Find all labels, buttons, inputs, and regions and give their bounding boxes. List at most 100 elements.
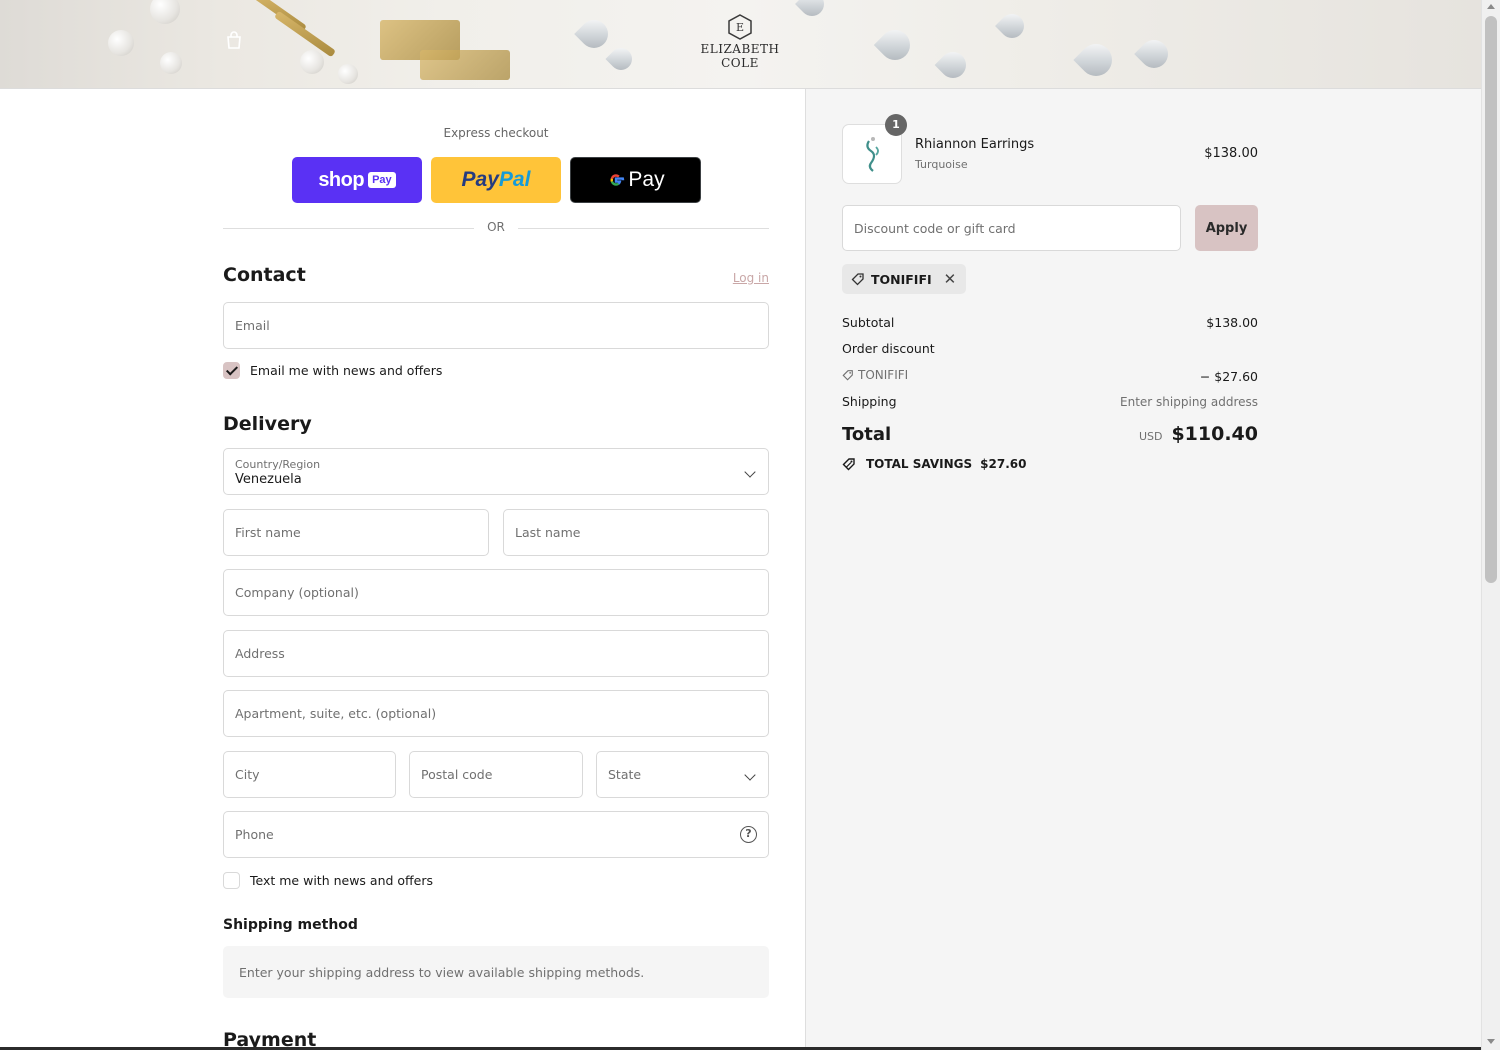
phone-field[interactable]: ? <box>223 811 769 858</box>
city-field[interactable] <box>223 751 396 798</box>
email-field[interactable] <box>223 302 769 349</box>
city-input[interactable] <box>224 752 395 797</box>
apartment-field[interactable] <box>223 690 769 737</box>
tag-icon <box>842 370 853 381</box>
last-name-field[interactable] <box>503 509 769 556</box>
divider-line <box>223 228 474 229</box>
or-divider: OR <box>223 220 769 236</box>
pearl-decoration <box>150 0 180 24</box>
brand-logo[interactable]: E ELIZABETH COLE <box>680 14 800 74</box>
help-icon[interactable]: ? <box>740 826 757 843</box>
total-value-group: USD $110.40 <box>1139 423 1258 445</box>
shipping-value: Enter shipping address <box>1120 395 1258 409</box>
company-field[interactable] <box>223 569 769 616</box>
shipping-label: Shipping <box>842 394 897 409</box>
product-variant: Turquoise <box>915 158 968 171</box>
brand-name: ELIZABETH COLE <box>700 42 780 70</box>
product-price: $138.00 <box>1204 146 1258 161</box>
first-name-field[interactable] <box>223 509 489 556</box>
product-name: Rhiannon Earrings <box>915 137 1035 152</box>
pearl-decoration <box>338 64 358 84</box>
gold-decoration <box>274 10 336 58</box>
paypal-button[interactable]: PayPal <box>431 157 561 203</box>
shop-pay-button[interactable]: shop Pay <box>292 157 422 203</box>
first-name-input[interactable] <box>224 510 488 555</box>
header-banner: E ELIZABETH COLE <box>0 0 1481 89</box>
text-offers-row[interactable]: Text me with news and offers <box>223 872 433 889</box>
phone-input[interactable] <box>224 812 768 857</box>
google-pay-button[interactable]: Pay <box>570 157 701 203</box>
country-label: Country/Region <box>235 458 321 471</box>
subtotal-row: Subtotal $138.00 <box>842 315 1258 330</box>
remove-discount-icon[interactable]: ✕ <box>944 271 957 287</box>
discount-value: − $27.60 <box>1199 369 1258 384</box>
crystal-decoration <box>605 43 637 75</box>
hexagon-monogram-icon: E <box>728 14 752 40</box>
address-field[interactable] <box>223 630 769 677</box>
crystal-decoration <box>934 46 972 84</box>
scroll-up-arrow[interactable] <box>1487 4 1495 9</box>
order-discount-row: Order discount <box>842 341 1258 356</box>
quantity-badge: 1 <box>885 114 907 136</box>
scrollbar[interactable] <box>1481 0 1500 1050</box>
subtotal-label: Subtotal <box>842 315 895 330</box>
tag-icon <box>851 273 864 286</box>
scrollbar-thumb[interactable] <box>1485 16 1497 583</box>
svg-text:E: E <box>736 21 744 34</box>
crystal-decoration <box>574 14 614 54</box>
email-offers-checkbox[interactable] <box>223 362 240 379</box>
crystal-decoration <box>795 0 829 21</box>
google-pay-logo: Pay <box>606 168 665 192</box>
state-select[interactable]: State <box>596 751 769 798</box>
apply-button[interactable]: Apply <box>1195 205 1258 251</box>
scroll-down-arrow[interactable] <box>1487 1039 1495 1044</box>
chevron-down-icon <box>744 769 756 781</box>
shopping-bag-icon[interactable] <box>224 30 244 50</box>
pearl-decoration <box>300 50 324 74</box>
shop-pay-logo: shop <box>318 168 365 191</box>
total-savings: TOTAL SAVINGS $27.60 <box>842 457 1026 471</box>
gold-decoration <box>420 50 510 80</box>
total-amount: $110.40 <box>1171 423 1258 445</box>
divider-line <box>518 228 769 229</box>
contact-heading: Contact <box>223 264 306 286</box>
google-g-icon <box>610 174 625 186</box>
email-offers-label: Email me with news and offers <box>250 363 443 378</box>
address-input[interactable] <box>224 631 768 676</box>
total-row: Total USD $110.40 <box>842 423 1258 445</box>
crystal-decoration <box>995 9 1029 43</box>
delivery-heading: Delivery <box>223 413 312 435</box>
paypal-logo: PayPal <box>461 168 531 191</box>
order-discount-label: Order discount <box>842 341 935 356</box>
email-input[interactable] <box>224 303 768 348</box>
company-input[interactable] <box>224 570 768 615</box>
savings-label: TOTAL SAVINGS <box>866 457 973 471</box>
savings-value: $27.60 <box>980 457 1027 471</box>
login-link[interactable]: Log in <box>700 271 769 285</box>
last-name-input[interactable] <box>504 510 768 555</box>
shipping-row: Shipping Enter shipping address <box>842 394 1258 409</box>
email-offers-row[interactable]: Email me with news and offers <box>223 362 442 379</box>
order-summary: 1 Rhiannon Earrings Turquoise $138.00 Ap… <box>806 89 1481 1050</box>
express-checkout-label: Express checkout <box>443 126 549 140</box>
postal-code-field[interactable] <box>409 751 583 798</box>
country-value: Venezuela <box>235 472 302 487</box>
pearl-decoration <box>108 30 134 56</box>
chevron-down-icon <box>744 466 756 478</box>
apartment-input[interactable] <box>224 691 768 736</box>
state-placeholder: State <box>608 767 642 782</box>
country-select[interactable]: Country/Region Venezuela <box>223 448 769 495</box>
text-offers-label: Text me with news and offers <box>250 873 434 888</box>
text-offers-checkbox[interactable] <box>223 872 240 889</box>
discount-input[interactable] <box>843 206 1180 250</box>
checkout-form: Express checkout shop Pay PayPal Pay OR … <box>0 89 806 1050</box>
or-text: OR <box>487 220 505 234</box>
applied-discount-chip: TONIFIFI ✕ <box>842 264 967 294</box>
discount-code-label: TONIFIFI <box>842 368 908 382</box>
crystal-decoration <box>1073 37 1119 83</box>
applied-code: TONIFIFI <box>871 271 932 287</box>
currency-code: USD <box>1138 430 1163 443</box>
postal-code-input[interactable] <box>410 752 582 797</box>
discount-field[interactable] <box>842 205 1181 251</box>
shop-pay-pill: Pay <box>368 172 396 188</box>
